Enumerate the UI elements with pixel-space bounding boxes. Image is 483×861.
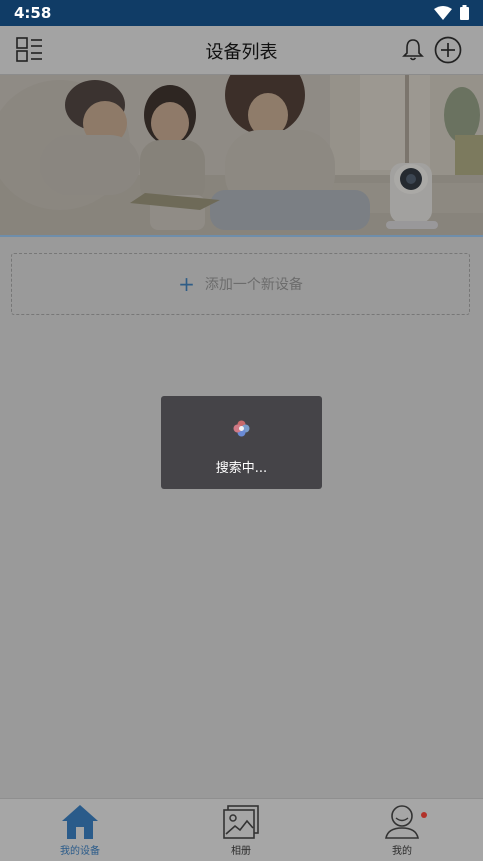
add-device-button[interactable]: + 添加一个新设备 [11,253,470,315]
album-icon [223,805,259,839]
tab-label: 相册 [231,846,251,857]
loading-text: 搜索中... [215,461,268,476]
tab-profile[interactable]: 我的 [322,799,482,861]
status-time: 4:58 [14,4,52,22]
home-icon [62,805,98,839]
status-icons [434,5,469,20]
top-bar: 设备列表 [0,26,483,75]
battery-icon [460,5,469,20]
add-circle-icon[interactable] [434,36,462,68]
spinner-icon [233,420,250,437]
tab-album[interactable]: 相册 [161,799,321,861]
add-device-label: 添加一个新设备 [204,277,303,293]
loading-dialog: 搜索中... [161,396,322,489]
plus-icon: + [178,272,195,296]
tab-label: 我的 [392,846,412,857]
profile-icon [385,805,419,839]
wifi-icon [434,5,452,20]
bottom-tab-bar: 我的设备 相册 我的 [0,798,483,861]
tab-label: 我的设备 [60,846,100,857]
tab-my-devices[interactable]: 我的设备 [0,799,160,861]
notification-badge [421,812,427,818]
banner-image[interactable] [0,75,483,237]
bell-icon[interactable] [402,38,424,66]
status-bar: 4:58 [0,0,483,26]
